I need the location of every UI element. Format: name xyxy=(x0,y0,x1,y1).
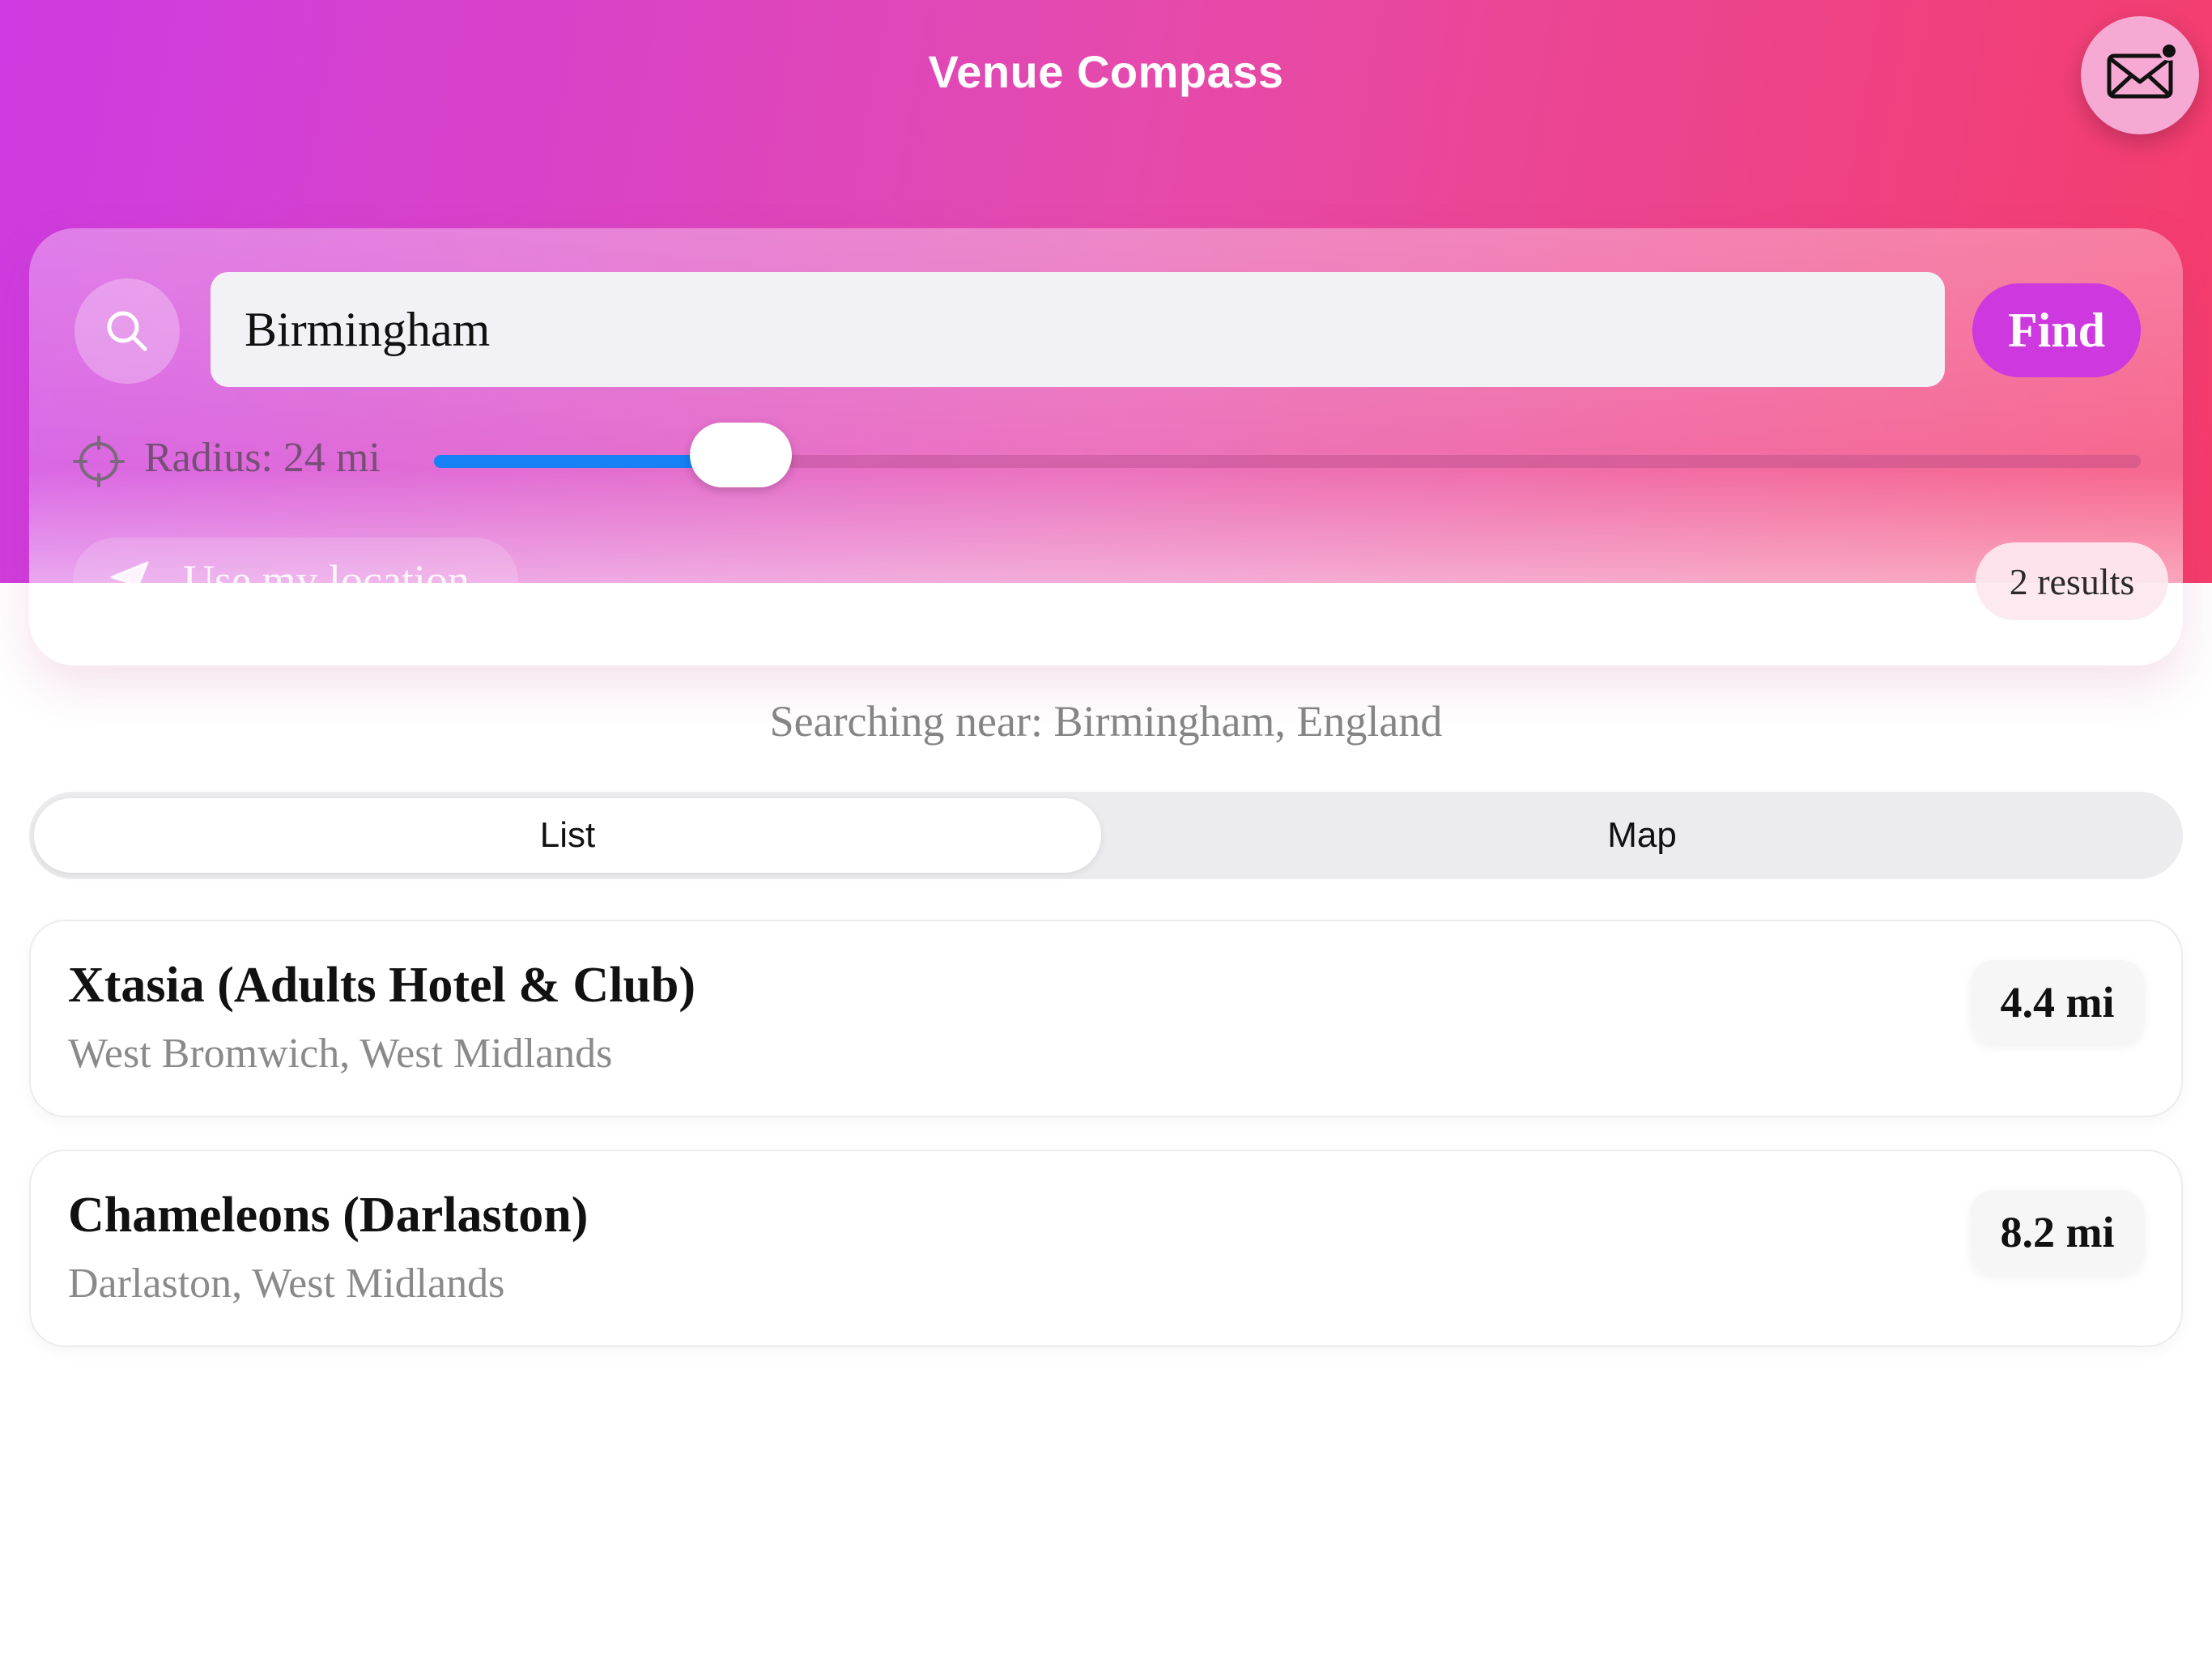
envelope-icon xyxy=(2107,41,2179,99)
search-input[interactable] xyxy=(211,272,1945,387)
radius-slider[interactable] xyxy=(434,423,2141,487)
crosshair-icon xyxy=(73,436,125,487)
search-icon-button[interactable] xyxy=(74,278,180,384)
search-icon xyxy=(107,311,147,351)
tab-list[interactable]: List xyxy=(34,798,1101,873)
searching-near-text: Searching near: Birmingham, England xyxy=(769,697,1443,746)
location-arrow-icon xyxy=(110,561,149,600)
mail-button[interactable] xyxy=(2081,16,2199,134)
venue-list: Xtasia (Adults Hotel & Club) West Bromwi… xyxy=(29,920,2183,1380)
notification-dot xyxy=(2159,41,2179,61)
venue-card[interactable]: Chameleons (Darlaston) Darlaston, West M… xyxy=(29,1150,2183,1347)
venue-name: Chameleons (Darlaston) xyxy=(68,1188,589,1243)
search-panel: Find Radius: 24 mi Use my location 2 res… xyxy=(29,228,2183,665)
results-count-badge: 2 results xyxy=(1976,542,2168,620)
venue-location: West Bromwich, West Midlands xyxy=(68,1031,613,1077)
venue-location: Darlaston, West Midlands xyxy=(68,1261,505,1307)
venue-card[interactable]: Xtasia (Adults Hotel & Club) West Bromwi… xyxy=(29,920,2183,1117)
view-toggle: List Map xyxy=(29,792,2183,879)
find-button[interactable]: Find xyxy=(1972,283,2141,377)
tab-map[interactable]: Map xyxy=(1106,798,2178,873)
use-my-location-label: Use my location xyxy=(183,556,470,605)
venue-name: Xtasia (Adults Hotel & Club) xyxy=(68,958,696,1013)
radius-slider-thumb[interactable] xyxy=(690,423,793,487)
radius-label: Radius: 24 mi xyxy=(144,435,381,481)
venue-distance-badge: 4.4 mi xyxy=(1971,960,2144,1044)
app-title: Venue Compass xyxy=(928,46,1284,97)
use-my-location-button[interactable]: Use my location xyxy=(73,538,518,623)
venue-distance-badge: 8.2 mi xyxy=(1971,1190,2144,1274)
